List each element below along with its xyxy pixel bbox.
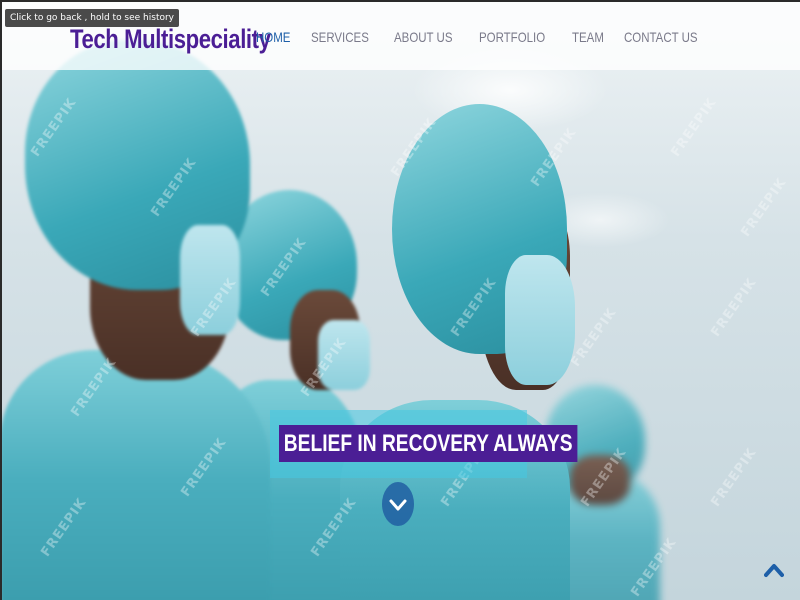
- main-nav: HOME SERVICES ABOUT US PORTFOLIO TEAM CO…: [243, 29, 714, 45]
- back-to-top-button[interactable]: [764, 560, 784, 580]
- nav-home[interactable]: HOME: [256, 29, 290, 45]
- nav-about-us[interactable]: ABOUT US: [394, 29, 452, 45]
- back-button-tooltip: Click to go back , hold to see history: [5, 9, 180, 27]
- window-edge-top: [0, 0, 800, 2]
- nav-team[interactable]: TEAM: [572, 29, 604, 45]
- hero-tagline: BELIEF IN RECOVERY ALWAYS: [279, 425, 578, 462]
- window-edge-left: [0, 0, 2, 600]
- nav-contact-us[interactable]: CONTACT US: [624, 29, 698, 45]
- nav-services[interactable]: SERVICES: [311, 29, 369, 45]
- chevron-up-icon: [764, 564, 784, 577]
- chevron-down-icon: [389, 499, 407, 511]
- scroll-down-button[interactable]: [382, 482, 414, 526]
- brand-logo-text[interactable]: Tech Multispeciality: [70, 24, 271, 55]
- nav-portfolio[interactable]: PORTFOLIO: [479, 29, 545, 45]
